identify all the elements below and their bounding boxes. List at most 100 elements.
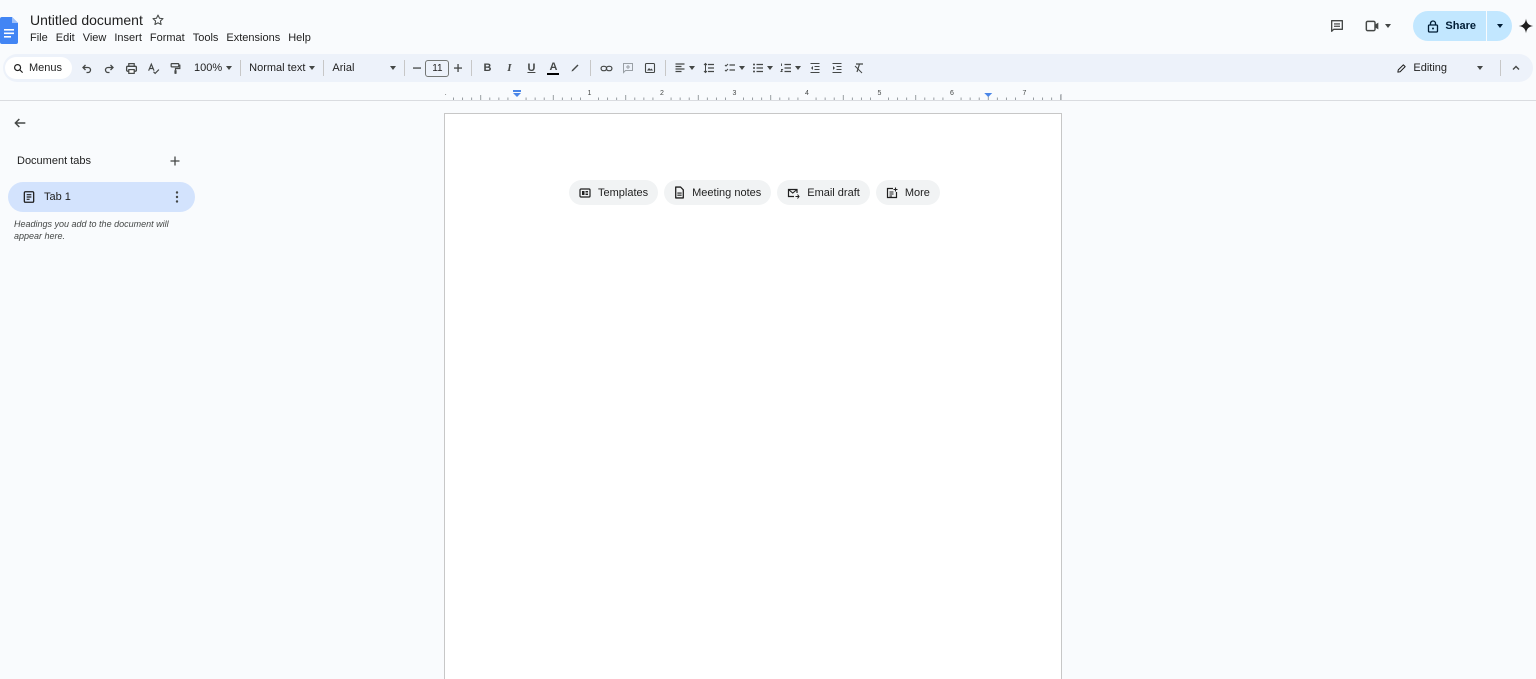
email-draft-label: Email draft [807, 186, 860, 199]
menu-view[interactable]: View [79, 31, 111, 45]
menu-edit[interactable]: Edit [52, 31, 79, 45]
google-docs-logo[interactable] [0, 17, 18, 44]
toolbar-divider [1500, 60, 1501, 76]
toolbar-divider [471, 60, 473, 76]
chevron-up-icon [1512, 65, 1520, 70]
editing-mode-select[interactable]: Editing [1396, 62, 1483, 74]
checklist-button[interactable] [720, 57, 748, 79]
horizontal-ruler[interactable]: 1 1 2 3 4 5 6 7 [445, 87, 1062, 101]
editing-label: Editing [1413, 62, 1447, 74]
insert-link-button[interactable] [595, 57, 617, 79]
lock-icon [1428, 19, 1439, 33]
text-color-button[interactable]: A [542, 57, 564, 79]
print-button[interactable] [120, 57, 142, 79]
menu-bar: File Edit View Insert Format Tools Exten… [26, 31, 315, 45]
note-add-icon [886, 187, 898, 198]
toolbar-divider [404, 60, 406, 76]
add-comment-icon [623, 63, 634, 74]
increase-font-size-button[interactable] [449, 57, 467, 79]
undo-button[interactable] [76, 57, 98, 79]
ruler-number: 1 [588, 90, 592, 97]
more-chip[interactable]: More [875, 180, 940, 205]
redo-icon [104, 64, 114, 74]
star-icon[interactable] [151, 13, 165, 27]
document-title[interactable]: Untitled document [30, 12, 143, 28]
sidebar-item-tab-1[interactable]: Tab 1 [8, 182, 195, 212]
templates-chip[interactable]: Templates [569, 180, 659, 205]
decrease-font-size-button[interactable] [409, 57, 425, 79]
hide-menus-button[interactable] [1505, 57, 1527, 79]
menu-help[interactable]: Help [284, 31, 315, 45]
comments-icon [1331, 20, 1344, 32]
search-menus-button[interactable]: Menus [5, 57, 73, 79]
insert-image-button[interactable] [639, 57, 661, 79]
share-button[interactable]: Share [1413, 11, 1486, 41]
italic-button[interactable]: I [498, 57, 520, 79]
numbered-list-button[interactable] [776, 57, 804, 79]
clear-formatting-icon [855, 63, 864, 74]
zoom-select[interactable]: 100% [190, 62, 236, 74]
header-actions: Share [1327, 11, 1536, 41]
meet-button[interactable] [1361, 16, 1395, 36]
menu-file[interactable]: File [26, 31, 52, 45]
font-select[interactable]: Arial [328, 62, 400, 74]
menu-insert[interactable]: Insert [110, 31, 146, 45]
text-color-label: A [549, 60, 558, 73]
link-icon [600, 65, 613, 71]
bulleted-list-button[interactable] [748, 57, 776, 79]
text-color-swatch [547, 72, 560, 75]
share-label: Share [1445, 20, 1476, 32]
increase-indent-button[interactable] [826, 57, 848, 79]
ruler-number: 7 [1023, 90, 1027, 97]
comments-button[interactable] [1327, 16, 1347, 36]
ruler-divider [0, 100, 1536, 101]
clear-formatting-button[interactable] [848, 57, 870, 79]
line-spacing-button[interactable] [698, 57, 720, 79]
document-tab-icon [23, 191, 35, 203]
numbered-list-icon [780, 63, 791, 73]
video-call-icon [1366, 20, 1379, 32]
chevron-down-icon [1496, 24, 1503, 28]
font-value: Arial [332, 62, 355, 74]
chevron-down-icon [738, 66, 745, 70]
email-draft-chip[interactable]: Email draft [777, 180, 870, 205]
ruler-left-indent-marker[interactable] [513, 90, 521, 97]
ruler-number: 6 [950, 90, 954, 97]
chevron-down-icon [309, 66, 316, 70]
underline-button[interactable]: U [520, 57, 542, 79]
meeting-notes-label: Meeting notes [692, 186, 762, 199]
checklist-icon [724, 63, 735, 72]
meeting-notes-chip[interactable]: Meeting notes [664, 180, 772, 205]
redo-button[interactable] [98, 57, 120, 79]
pencil-icon [1397, 63, 1407, 73]
ruler-number: 5 [878, 90, 882, 97]
highlight-button[interactable] [564, 57, 586, 79]
paint-format-button[interactable] [164, 57, 186, 79]
arrow-back-icon[interactable] [12, 115, 28, 131]
paint-format-icon [170, 62, 180, 74]
align-button[interactable] [670, 57, 698, 79]
decrease-indent-icon [810, 62, 820, 74]
font-size-input[interactable]: 11 [425, 59, 450, 77]
menu-extensions[interactable]: Extensions [222, 31, 284, 45]
minus-icon [413, 67, 422, 69]
more-vert-icon[interactable] [173, 190, 181, 204]
add-tab-icon[interactable] [168, 154, 182, 168]
ruler-number: 1 [445, 90, 447, 97]
ruler-right-indent-marker[interactable] [984, 93, 993, 97]
email-icon [788, 188, 800, 199]
gemini-spark-icon[interactable] [1518, 18, 1534, 34]
paragraph-style-select[interactable]: Normal text [245, 62, 319, 74]
share-options-button[interactable] [1486, 11, 1512, 41]
spellcheck-button[interactable] [142, 57, 164, 79]
image-icon [645, 62, 656, 74]
building-blocks-chips: Templates Meeting notes Email draft More [569, 180, 940, 205]
menu-tools[interactable]: Tools [189, 31, 223, 45]
decrease-indent-button[interactable] [804, 57, 826, 79]
menu-format[interactable]: Format [146, 31, 189, 45]
bold-button[interactable]: B [476, 57, 498, 79]
chevron-down-icon [794, 66, 801, 70]
toolbar-divider [665, 60, 667, 76]
add-comment-button[interactable] [617, 57, 639, 79]
chevron-down-icon [390, 66, 397, 70]
